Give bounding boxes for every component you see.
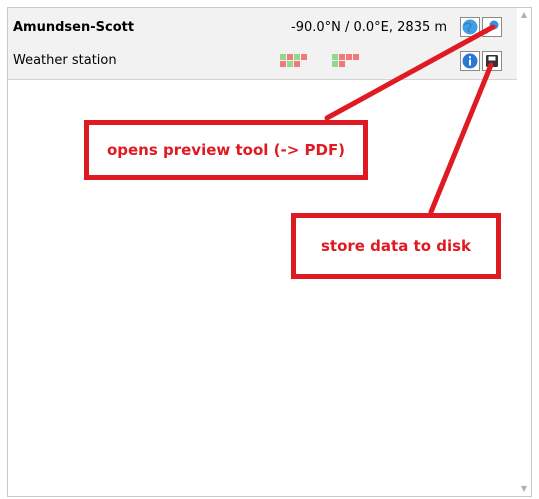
data-quality-indicator-2 [332, 54, 359, 70]
store-button[interactable] [482, 51, 502, 71]
store-data-callout-text: store data to disk [320, 237, 472, 255]
globe-icon [462, 19, 478, 35]
scroll-down-arrow[interactable]: ▼ [520, 485, 528, 493]
station-coordinates: -90.0°N / 0.0°E, 2835 m [291, 20, 448, 35]
info-icon [462, 53, 478, 69]
magnifier-icon [485, 20, 499, 34]
preview-tool-callout-text: opens preview tool (-> PDF) [106, 141, 346, 159]
station-list-item[interactable]: Amundsen-Scott Weather station -90.0°N /… [8, 8, 518, 80]
globe-button[interactable] [460, 17, 480, 37]
scroll-up-arrow[interactable]: ▲ [520, 11, 528, 19]
vertical-scrollbar[interactable]: ▲ ▼ [517, 8, 531, 496]
data-quality-indicator-1 [280, 54, 307, 70]
preview-button[interactable] [482, 17, 502, 37]
station-type: Weather station [13, 53, 117, 68]
station-name: Amundsen-Scott [13, 20, 135, 35]
preview-tool-callout: opens preview tool (-> PDF) [84, 120, 368, 180]
store-data-callout: store data to disk [291, 213, 501, 279]
save-disk-icon [486, 55, 498, 67]
info-button[interactable] [460, 51, 480, 71]
